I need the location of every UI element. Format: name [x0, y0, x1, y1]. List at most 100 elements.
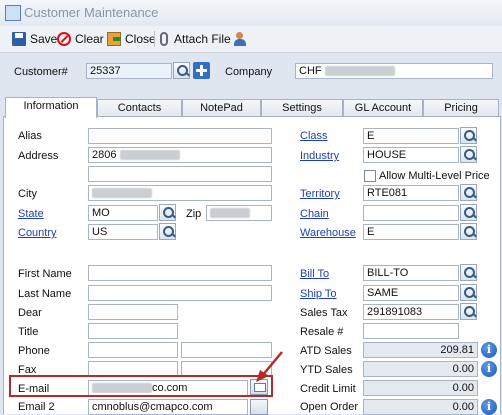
ship-to-field[interactable]: SAME	[363, 285, 459, 301]
industry-lookup-button[interactable]	[460, 146, 477, 163]
bill-to-link[interactable]: Bill To	[300, 268, 329, 280]
redacted-text	[210, 208, 250, 219]
users-icon	[234, 32, 248, 46]
first-name-label: First Name	[18, 268, 72, 280]
customer-number-field[interactable]: 25337	[86, 63, 172, 79]
customer-lookup-button[interactable]	[173, 62, 190, 79]
tab-settings[interactable]: Settings	[261, 99, 343, 116]
dear-field[interactable]	[88, 304, 178, 320]
warehouse-field[interactable]: E	[363, 224, 459, 240]
sales-tax-field[interactable]: 291891083	[363, 304, 459, 320]
chain-field[interactable]	[363, 205, 459, 221]
clear-button[interactable]: Clear	[57, 30, 104, 48]
state-field[interactable]: MO	[88, 205, 158, 221]
user-lookup-button[interactable]	[234, 30, 252, 48]
sales-tax-label: Sales Tax	[300, 307, 348, 319]
territory-field[interactable]: RTE081	[363, 185, 459, 201]
app-icon	[5, 5, 21, 21]
open-order-label: Open Order	[300, 401, 359, 413]
close-button[interactable]: Close	[107, 30, 156, 48]
tab-information[interactable]: Information	[5, 97, 97, 118]
resale-field[interactable]	[363, 323, 459, 339]
company-value: CHF	[299, 65, 322, 77]
company-field[interactable]: CHF	[295, 63, 493, 79]
city-field[interactable]	[88, 185, 272, 201]
phone-label: Phone	[18, 345, 50, 357]
tab-notepad[interactable]: NotePad	[182, 99, 261, 116]
chain-lookup-button[interactable]	[460, 204, 477, 221]
title-field[interactable]	[88, 323, 178, 339]
industry-field[interactable]: HOUSE	[363, 147, 459, 163]
dear-label: Dear	[18, 307, 42, 319]
customer-number-label: Customer#	[14, 66, 68, 78]
phone-field[interactable]	[88, 342, 178, 358]
redacted-text	[324, 66, 395, 77]
warehouse-lookup-button[interactable]	[460, 223, 477, 240]
tab-gl-account[interactable]: GL Account	[343, 99, 423, 116]
sales-tax-lookup-button[interactable]	[460, 303, 477, 320]
annotation-arrow	[256, 351, 283, 382]
state-link[interactable]: State	[18, 208, 44, 220]
state-lookup-button[interactable]	[159, 204, 176, 221]
address-value: 2806	[92, 149, 117, 161]
add-customer-button[interactable]	[193, 62, 210, 79]
address-line2-field[interactable]	[88, 166, 272, 182]
address-line1-field[interactable]: 2806	[88, 147, 272, 163]
allow-multi-level-price-label: Allow Multi-Level Price	[379, 170, 490, 182]
tab-contacts[interactable]: Contacts	[97, 99, 182, 116]
ytd-sales-info-icon[interactable]: i	[481, 361, 497, 377]
resale-label: Resale #	[300, 326, 344, 338]
bill-to-lookup-button[interactable]	[460, 264, 477, 281]
plus-icon-vertical	[200, 65, 203, 76]
class-lookup-button[interactable]	[460, 127, 477, 144]
title-bar: Customer Maintenance	[0, 0, 502, 27]
atd-sales-value: 209.81	[363, 342, 478, 358]
attach-file-label: Attach File	[174, 32, 231, 46]
country-field[interactable]: US	[88, 224, 158, 240]
zip-field[interactable]	[206, 205, 272, 221]
redacted-text	[92, 188, 152, 199]
last-name-field[interactable]	[88, 285, 272, 301]
clear-label: Clear	[75, 32, 104, 46]
toolbar-separator	[154, 31, 155, 47]
redacted-text	[119, 150, 180, 161]
email-highlight-box	[9, 375, 273, 397]
country-lookup-button[interactable]	[159, 223, 176, 240]
floppy-disk-icon	[12, 32, 26, 46]
toolbar: Save Clear Close Attach File	[0, 26, 502, 53]
save-button[interactable]: Save	[12, 30, 57, 48]
exit-door-icon	[107, 32, 121, 46]
first-name-field[interactable]	[88, 265, 272, 281]
bill-to-field[interactable]: BILL-TO	[363, 265, 459, 281]
company-label: Company	[225, 66, 273, 78]
no-entry-icon	[57, 32, 71, 46]
warehouse-link[interactable]: Warehouse	[300, 227, 356, 239]
atd-sales-info-icon[interactable]: i	[481, 342, 497, 358]
email2-label: Email 2	[18, 401, 55, 413]
attach-file-button[interactable]: Attach File	[160, 30, 231, 48]
alias-field[interactable]	[88, 128, 272, 144]
chain-link[interactable]: Chain	[300, 208, 329, 220]
country-link[interactable]: Country	[18, 227, 57, 239]
territory-lookup-button[interactable]	[460, 184, 477, 201]
atd-sales-label: ATD Sales	[300, 345, 352, 357]
title-label: Title	[18, 326, 39, 338]
ytd-sales-value: 0.00	[363, 361, 478, 377]
territory-link[interactable]: Territory	[300, 188, 340, 200]
alias-label: Alias	[18, 130, 42, 142]
class-field[interactable]: E	[363, 128, 459, 144]
window-title: Customer Maintenance	[24, 5, 159, 20]
credit-limit-label: Credit Limit	[300, 383, 356, 395]
class-link[interactable]: Class	[300, 130, 328, 142]
zip-label: Zip	[186, 208, 202, 220]
address-label: Address	[18, 150, 59, 162]
industry-link[interactable]: Industry	[300, 150, 339, 162]
paperclip-icon	[160, 32, 168, 46]
tab-pricing[interactable]: Pricing	[423, 99, 499, 116]
city-label: City	[18, 188, 37, 200]
last-name-label: Last Name	[18, 288, 72, 300]
ship-to-link[interactable]: Ship To	[300, 288, 337, 300]
allow-multi-level-price-checkbox[interactable]	[364, 170, 376, 182]
close-label: Close	[125, 32, 156, 46]
ship-to-lookup-button[interactable]	[460, 284, 477, 301]
